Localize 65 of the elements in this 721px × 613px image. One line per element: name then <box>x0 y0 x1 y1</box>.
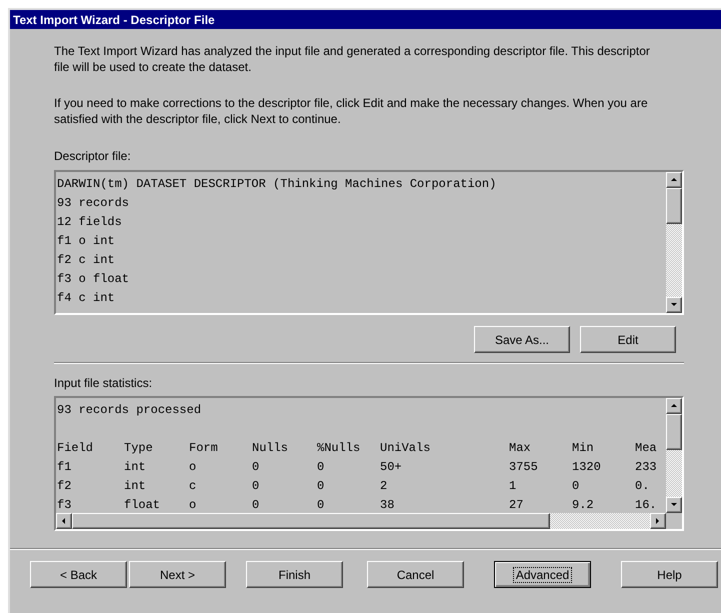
descriptor-line: DARWIN(tm) DATASET DESCRIPTOR (Thinking Machines Corporation) <box>57 176 498 193</box>
button[interactable]: Save As... <box>474 326 570 353</box>
table-cell: f2 <box>57 479 72 493</box>
table-cell: 3755 <box>509 460 538 474</box>
vertical-scrollbar[interactable] <box>666 398 682 513</box>
column-heading: Max <box>509 441 531 455</box>
statistics-label: Input file statistics: <box>54 375 154 392</box>
button[interactable]: Next > <box>129 561 226 588</box>
descriptor-line: f1 o int <box>57 233 116 250</box>
button[interactable]: Finish <box>246 561 343 588</box>
table-cell: 1 <box>509 479 516 493</box>
table-cell: 1320 <box>572 460 601 474</box>
button[interactable]: Help <box>621 561 718 588</box>
column-heading: Field <box>57 441 94 455</box>
scroll-thumb[interactable] <box>72 513 550 529</box>
table-cell: o <box>189 460 196 474</box>
table-cell: 16. <box>635 498 657 512</box>
button[interactable]: < Back <box>30 561 127 588</box>
table-cell: int <box>124 460 146 474</box>
scroll-thumb[interactable] <box>666 414 682 450</box>
table-cell: 38 <box>380 498 394 512</box>
table-cell: 50+ <box>380 460 402 474</box>
table-cell: 9.2 <box>572 498 594 512</box>
table-cell: float <box>124 498 160 512</box>
column-heading: UniVals <box>380 441 430 455</box>
vertical-scrollbar[interactable] <box>666 172 682 313</box>
descriptor-line: f4 c int <box>57 290 116 307</box>
descriptor-line: 12 fields <box>57 214 123 231</box>
table-cell: f3 <box>57 498 72 512</box>
table-cell: int <box>124 479 146 493</box>
table-cell: 0 <box>252 498 260 512</box>
button[interactable]: Edit <box>580 326 676 353</box>
button[interactable]: Advanced <box>494 561 591 588</box>
column-heading: Nulls <box>252 441 288 455</box>
statistics-text-area[interactable]: 93 records processed Field Type Form Nulls %Nulls UniVals Max Min Mea f1 int o 0 0 50+ 3755 1320 233 f2 int c 0 0 2 1 0 0. f3 float o 0 0 38 27 9.2 16. <box>54 396 684 531</box>
descriptor-label: Descriptor file: <box>54 148 132 165</box>
horizontal-scrollbar[interactable] <box>56 513 666 529</box>
window-title: Text Import Wizard - Descriptor File <box>13 12 215 28</box>
table-cell: 0 <box>317 479 324 493</box>
table-cell: o <box>189 498 196 512</box>
column-heading: %Nulls <box>317 441 360 455</box>
descriptor-line: 93 records <box>57 195 130 212</box>
button[interactable]: Cancel <box>367 561 464 588</box>
table-cell: 0 <box>252 460 260 474</box>
descriptor-text-area[interactable]: DARWIN(tm) DATASET DESCRIPTOR (Thinking Machines Corporation) 93 records 12 fields f1 o int f2 c int f3 o float f4 c int <box>54 170 684 315</box>
table-cell: c <box>189 479 196 493</box>
column-heading: Type <box>124 441 153 455</box>
scroll-thumb[interactable] <box>666 188 682 224</box>
table-cell: 2 <box>380 479 388 493</box>
column-heading: Form <box>189 441 218 455</box>
descriptor-line: f2 c int <box>57 252 116 269</box>
column-heading: Mea <box>635 441 657 455</box>
table-cell: 27 <box>509 498 524 512</box>
column-heading: Min <box>572 441 594 455</box>
instruction-text: If you need to make corrections to the descriptor file, click Edit and make the necessary changes. When you are satisfied with the descriptor file, click Next to continue. <box>54 95 649 127</box>
table-cell: 0 <box>252 479 260 493</box>
descriptor-line: f3 o float <box>57 271 130 288</box>
table-cell: 0 <box>317 460 324 474</box>
summary-line: 93 records processed <box>57 402 202 419</box>
instruction-text: The Text Import Wizard has analyzed the input file and generated a corresponding descriptor file. This descriptor file will be used to create the dataset. <box>54 43 651 75</box>
table-cell: 0. <box>635 479 650 493</box>
table-cell: 0 <box>572 479 580 493</box>
table-cell: f1 <box>57 460 72 474</box>
table-cell: 233 <box>635 460 657 474</box>
table-cell: 0 <box>317 498 324 512</box>
